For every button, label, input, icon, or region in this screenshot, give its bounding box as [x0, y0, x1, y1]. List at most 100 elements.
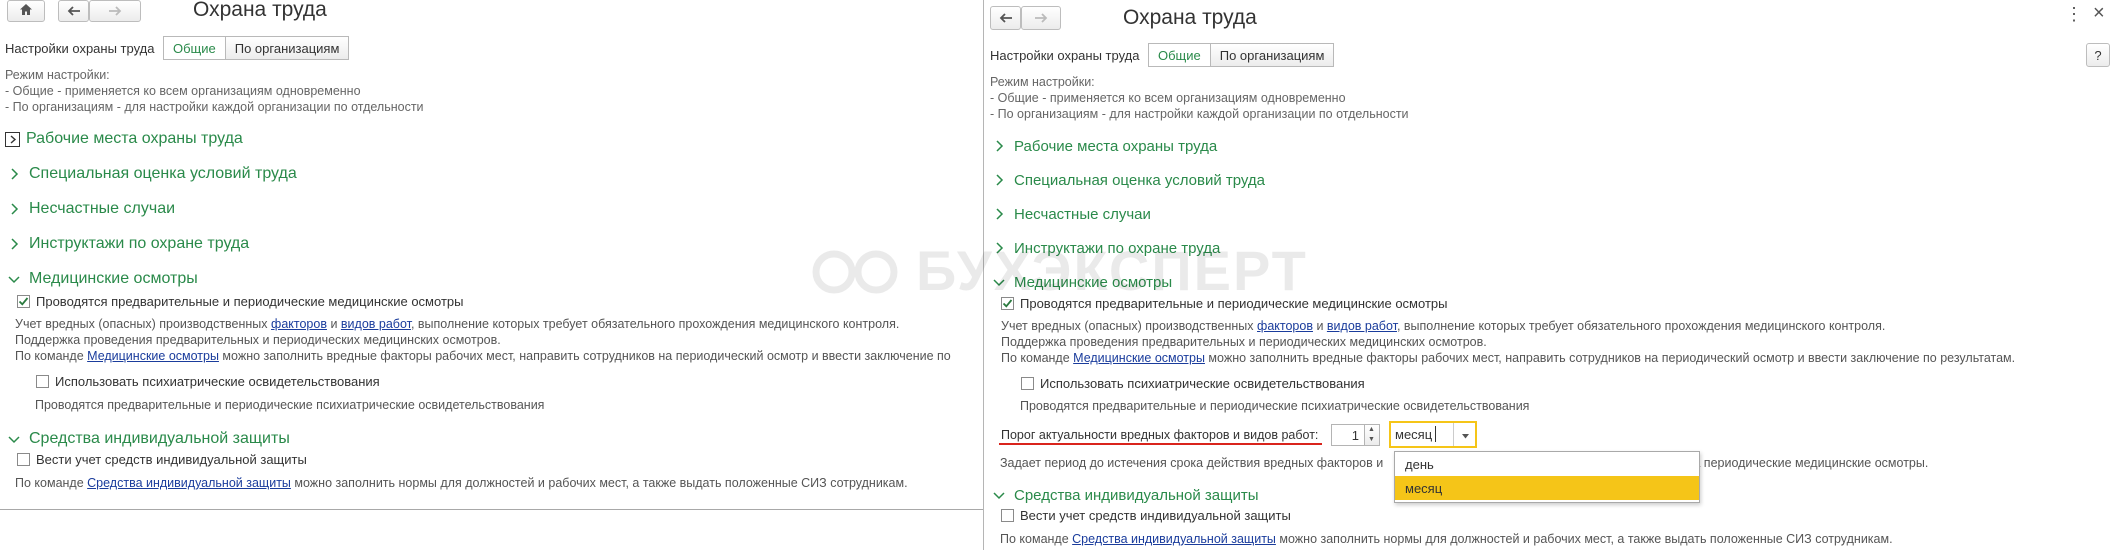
ppe-checkbox[interactable]: [1001, 509, 1014, 522]
mode-note: Режим настройки: - Общие - применяется к…: [990, 74, 1409, 122]
page-title: Охрана труда: [193, 0, 327, 21]
desc-text: Поддержка проведения предварительных и п…: [1001, 335, 1487, 349]
ppe-checkbox-row[interactable]: Вести учет средств индивидуальной защиты: [17, 452, 307, 467]
section-title: Инструктажи по охране труда: [1014, 239, 1221, 257]
section-title: Средства индивидуальной защиты: [29, 430, 290, 447]
section-accidents[interactable]: Несчастные случаи: [990, 205, 1151, 223]
psych-checkbox-row[interactable]: Использовать психиатрические освидетельс…: [1021, 376, 1365, 391]
section-briefings[interactable]: Инструктажи по охране труда: [990, 239, 1220, 257]
red-underline-annotation: [999, 443, 1322, 445]
medical-exams-link[interactable]: Медицинские осмотры: [1073, 351, 1205, 365]
arrow-right-icon: [108, 3, 122, 19]
mode-note-line: - По организациям - для настройки каждой…: [990, 107, 1409, 121]
med-exams-checkbox[interactable]: [17, 295, 30, 308]
left-form-panel: Охрана труда Настройки охраны труда Общи…: [0, 0, 983, 510]
period-option-day[interactable]: день: [1395, 452, 1699, 476]
chevron-right-icon: [990, 137, 1008, 155]
section-special-assessment[interactable]: Специальная оценка условий труда: [5, 165, 297, 183]
ppe-description: По команде Средства индивидуальной защит…: [15, 475, 908, 491]
med-exams-checkbox-label: Проводятся предварительные и периодическ…: [36, 294, 464, 309]
ppe-checkbox[interactable]: [17, 453, 30, 466]
dropdown-button[interactable]: [1453, 423, 1476, 446]
ppe-link[interactable]: Средства индивидуальной защиты: [87, 476, 291, 490]
med-exams-description: Учет вредных (опасных) производственных …: [1001, 318, 2015, 366]
section-accidents[interactable]: Несчастные случаи: [5, 200, 175, 218]
settings-label: Настройки охраны труда: [990, 48, 1140, 63]
desc-text: и: [326, 317, 341, 331]
close-button[interactable]: ×: [2093, 2, 2105, 25]
psych-checkbox[interactable]: [1021, 377, 1034, 390]
tab-general[interactable]: Общие: [1148, 43, 1211, 67]
tab-by-organization[interactable]: По организациям: [1210, 43, 1335, 67]
section-title: Специальная оценка условий труда: [29, 165, 297, 182]
chevron-right-icon: [5, 131, 20, 147]
section-ppe[interactable]: Средства индивидуальной защиты: [5, 430, 290, 448]
threshold-number-input[interactable]: 1: [1331, 424, 1365, 446]
arrow-left-icon: [67, 3, 81, 19]
psych-checkbox-row[interactable]: Использовать психиатрические освидетельс…: [36, 374, 380, 389]
back-button[interactable]: [58, 0, 89, 22]
threshold-label: Порог актуальности вредных факторов и ви…: [1001, 428, 1319, 442]
desc-text: По команде: [15, 476, 88, 490]
section-title: Несчастные случаи: [1014, 205, 1151, 223]
period-select[interactable]: месяц: [1389, 421, 1477, 448]
desc-text: можно заполнить вредные факторы рабочих …: [1204, 351, 2016, 365]
ppe-checkbox-label: Вести учет средств индивидуальной защиты: [1020, 508, 1291, 523]
help-button[interactable]: ?: [2086, 43, 2110, 67]
section-workplaces[interactable]: Рабочие места охраны труда: [990, 137, 1217, 155]
section-title: Специальная оценка условий труда: [1014, 171, 1266, 189]
medical-exams-link[interactable]: Медицинские осмотры: [87, 349, 219, 363]
period-option-month[interactable]: месяц: [1395, 476, 1699, 500]
threshold-spinner[interactable]: ▲ ▼: [1364, 424, 1380, 446]
section-medical-exams[interactable]: Медицинские осмотры: [5, 270, 198, 288]
psych-checkbox-label: Использовать психиатрические освидетельс…: [55, 374, 380, 389]
med-exams-checkbox-row[interactable]: Проводятся предварительные и периодическ…: [1001, 296, 1447, 311]
settings-mode-switch[interactable]: Общие По организациям: [1148, 43, 1335, 67]
factors-link[interactable]: факторов: [271, 317, 327, 331]
forward-button[interactable]: [89, 0, 141, 22]
home-button[interactable]: [7, 0, 45, 22]
section-briefings[interactable]: Инструктажи по охране труда: [5, 235, 249, 253]
psych-checkbox-label: Использовать психиатрические освидетельс…: [1040, 376, 1365, 391]
mode-note-line: Режим настройки:: [5, 68, 110, 82]
desc-text: Учет вредных (опасных) производственных: [15, 317, 272, 331]
section-workplaces[interactable]: Рабочие места охраны труда: [5, 130, 243, 148]
period-dropdown-list: день месяц: [1394, 451, 1700, 503]
work-types-link[interactable]: видов работ: [341, 317, 411, 331]
ppe-checkbox-row[interactable]: Вести учет средств индивидуальной защиты: [1001, 508, 1291, 523]
forward-button[interactable]: [1021, 6, 1061, 30]
settings-mode-switch[interactable]: Общие По организациям: [163, 36, 350, 60]
chevron-right-icon: [990, 171, 1008, 189]
more-menu-button[interactable]: ⋮: [2065, 4, 2083, 25]
tab-general[interactable]: Общие: [163, 36, 226, 60]
page-title: Охрана труда: [1123, 6, 1257, 29]
psych-checkbox[interactable]: [36, 375, 49, 388]
spin-down-icon[interactable]: ▼: [1368, 436, 1375, 443]
factors-link[interactable]: факторов: [1257, 319, 1313, 333]
desc-text: По команде: [15, 349, 88, 363]
chevron-down-icon: [5, 270, 23, 288]
med-exams-checkbox-row[interactable]: Проводятся предварительные и периодическ…: [17, 294, 463, 309]
back-button[interactable]: [990, 6, 1021, 30]
desc-text: Поддержка проведения предварительных и п…: [15, 333, 501, 347]
mode-note-line: - Общие - применяется ко всем организаци…: [5, 84, 361, 98]
section-special-assessment[interactable]: Специальная оценка условий труда: [990, 171, 1265, 189]
tab-by-organization[interactable]: По организациям: [225, 36, 350, 60]
desc-text: Задает период до истечения срока действи…: [1000, 456, 1384, 470]
work-types-link[interactable]: видов работ: [1327, 319, 1397, 333]
desc-text: По команде: [1000, 532, 1073, 546]
section-title: Рабочие места охраны труда: [1014, 137, 1218, 155]
med-exams-checkbox[interactable]: [1001, 297, 1014, 310]
ppe-link[interactable]: Средства индивидуальной защиты: [1072, 532, 1276, 546]
section-title: Медицинские осмотры: [29, 270, 198, 287]
chevron-down-icon: [990, 486, 1008, 504]
period-description: Задает период до истечения срока действи…: [1000, 455, 1383, 471]
right-form-panel: Охрана труда ⋮ × Настройки охраны труда …: [985, 0, 2115, 550]
section-medical-exams[interactable]: Медицинские осмотры: [990, 273, 1172, 291]
section-ppe[interactable]: Средства индивидуальной защиты: [990, 486, 1259, 504]
chevron-right-icon: [990, 205, 1008, 223]
spin-up-icon[interactable]: ▲: [1368, 426, 1375, 433]
desc-text: Учет вредных (опасных) производственных: [1001, 319, 1258, 333]
section-title: Несчастные случаи: [29, 200, 176, 217]
section-title: Медицинские осмотры: [1014, 273, 1173, 291]
